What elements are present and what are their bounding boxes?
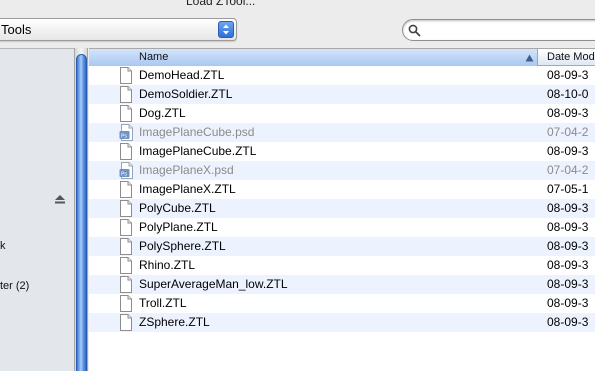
- file-row[interactable]: DemoSoldier.ZTL 08-10-0: [89, 85, 595, 104]
- file-date-modified: 07-04-2: [547, 163, 589, 177]
- file-row[interactable]: PolyCube.ZTL 08-09-3: [89, 199, 595, 218]
- location-popup-label: Tools: [1, 22, 32, 37]
- file-date-modified: 08-09-3: [547, 296, 589, 310]
- popup-arrows-icon: [218, 21, 234, 38]
- ztl-document-icon: [119, 276, 133, 296]
- search-input[interactable]: [425, 22, 595, 38]
- file-row: Ps ImagePlaneCube.psd 07-04-2: [89, 123, 595, 142]
- ztl-document-icon: [119, 86, 133, 106]
- file-name: ImagePlaneX.psd: [139, 163, 234, 177]
- search-field[interactable]: [402, 19, 595, 41]
- file-date-modified: 08-09-3: [547, 106, 589, 120]
- file-row[interactable]: PolySphere.ZTL 08-09-3: [89, 237, 595, 256]
- ztl-document-icon: [119, 257, 133, 277]
- file-date-modified: 08-09-3: [547, 277, 589, 291]
- file-row[interactable]: DemoHead.ZTL 08-09-3: [89, 66, 595, 85]
- name-column-header[interactable]: Name: [89, 49, 538, 66]
- sidebar-item-1[interactable]: k: [0, 240, 6, 252]
- file-name: ImagePlaneCube.ZTL: [139, 144, 257, 158]
- sidebar: k ter (2): [0, 48, 74, 371]
- dialog-title: Load ZTool...: [186, 0, 256, 8]
- file-row: Ps ImagePlaneX.psd 07-04-2: [89, 161, 595, 180]
- file-name: ImagePlaneX.ZTL: [139, 182, 236, 196]
- ztl-document-icon: [119, 219, 133, 239]
- file-row[interactable]: ImagePlaneX.ZTL 07-05-1: [89, 180, 595, 199]
- psd-document-icon: Ps: [119, 124, 135, 144]
- vertical-scrollbar[interactable]: [74, 48, 88, 371]
- file-name: PolyPlane.ZTL: [139, 220, 218, 234]
- ztl-document-icon: [119, 181, 133, 201]
- ztl-document-icon: [119, 143, 133, 163]
- file-date-modified: 08-09-3: [547, 220, 589, 234]
- file-row[interactable]: SuperAverageMan_low.ZTL 08-09-3: [89, 275, 595, 294]
- file-date-modified: 07-04-2: [547, 125, 589, 139]
- file-name: DemoHead.ZTL: [139, 68, 225, 82]
- file-name: PolySphere.ZTL: [139, 239, 226, 253]
- file-date-modified: 08-09-3: [547, 201, 589, 215]
- scrollbar-thumb[interactable]: [76, 54, 87, 371]
- file-name: Dog.ZTL: [139, 106, 186, 120]
- file-name: DemoSoldier.ZTL: [139, 87, 233, 101]
- file-date-modified: 08-09-3: [547, 258, 589, 272]
- file-list[interactable]: Name Date Mod DemoHead.ZTL 08-09-3 DemoSo…: [89, 48, 595, 371]
- file-date-modified: 08-09-3: [547, 144, 589, 158]
- file-date-modified: 07-05-1: [547, 182, 589, 196]
- file-name: ZSphere.ZTL: [139, 315, 210, 329]
- svg-text:Ps: Ps: [121, 172, 127, 178]
- ztl-document-icon: [119, 105, 133, 125]
- ztl-document-icon: [119, 295, 133, 315]
- open-file-dialog: Load ZTool... Tools k ter (2) Name Date …: [0, 0, 595, 371]
- file-date-modified: 08-09-3: [547, 239, 589, 253]
- svg-text:Ps: Ps: [121, 134, 127, 140]
- file-name: PolyCube.ZTL: [139, 201, 216, 215]
- file-date-modified: 08-09-3: [547, 315, 589, 329]
- file-name: ImagePlaneCube.psd: [139, 125, 255, 139]
- file-row[interactable]: Rhino.ZTL 08-09-3: [89, 256, 595, 275]
- eject-icon[interactable]: [54, 194, 66, 204]
- file-row[interactable]: Troll.ZTL 08-09-3: [89, 294, 595, 313]
- file-name: SuperAverageMan_low.ZTL: [139, 277, 288, 291]
- file-date-modified: 08-10-0: [547, 87, 589, 101]
- file-date-modified: 08-09-3: [547, 68, 589, 82]
- ztl-document-icon: [119, 200, 133, 220]
- sidebar-item-2[interactable]: ter (2): [0, 280, 29, 292]
- file-row[interactable]: PolyPlane.ZTL 08-09-3: [89, 218, 595, 237]
- location-popup[interactable]: Tools: [0, 18, 237, 41]
- file-row[interactable]: ImagePlaneCube.ZTL 08-09-3: [89, 142, 595, 161]
- file-row[interactable]: ZSphere.ZTL 08-09-3: [89, 313, 595, 332]
- sort-ascending-icon: [525, 54, 534, 62]
- ztl-document-icon: [119, 238, 133, 258]
- file-row[interactable]: Dog.ZTL 08-09-3: [89, 104, 595, 123]
- name-column-label: Name: [139, 51, 169, 63]
- file-name: Troll.ZTL: [139, 296, 187, 310]
- psd-document-icon: Ps: [119, 162, 135, 182]
- ztl-document-icon: [119, 314, 133, 334]
- date-modified-column-header[interactable]: Date Mod: [547, 51, 595, 63]
- column-header: Name Date Mod: [89, 49, 595, 66]
- file-rows: DemoHead.ZTL 08-09-3 DemoSoldier.ZTL 08-10…: [89, 66, 595, 332]
- search-icon: [408, 24, 421, 37]
- ztl-document-icon: [119, 67, 133, 87]
- file-name: Rhino.ZTL: [139, 258, 196, 272]
